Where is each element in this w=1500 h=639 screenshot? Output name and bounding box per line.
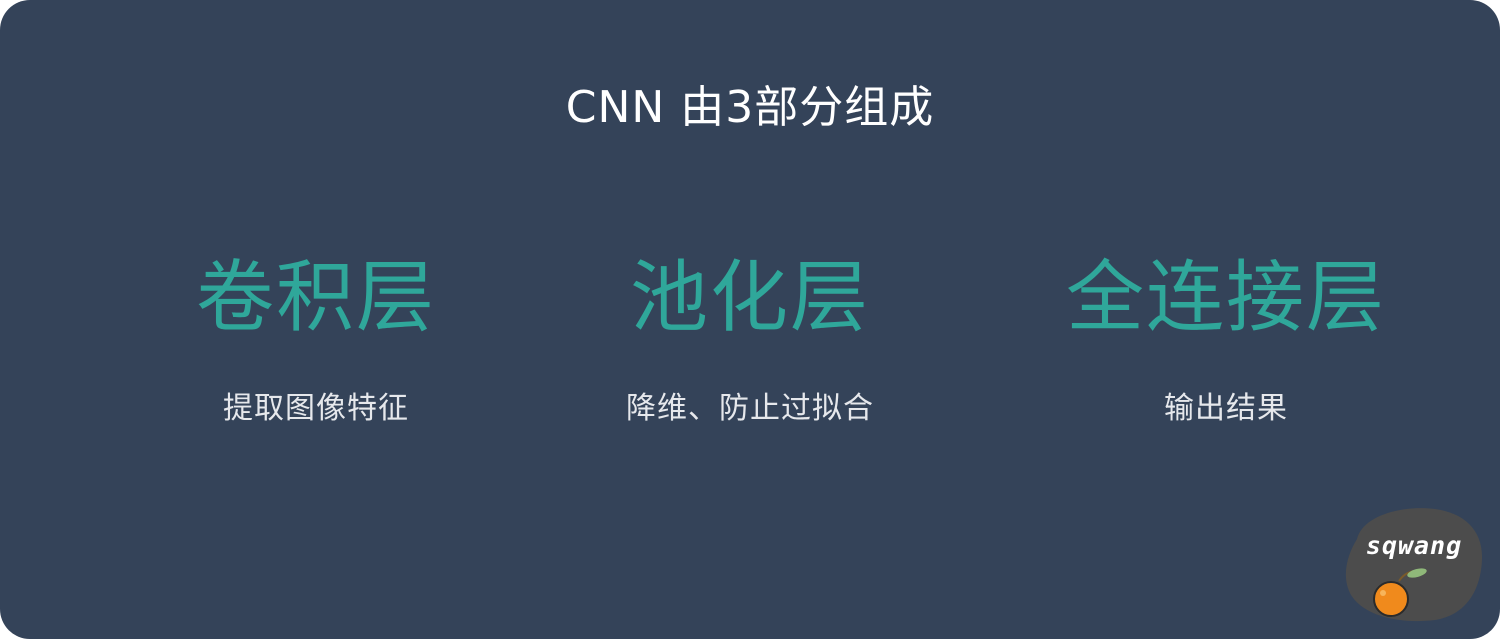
watermark-logo: sqwang [1343, 503, 1485, 623]
orange-icon [1373, 568, 1427, 617]
layer-description: 降维、防止过拟合 [626, 391, 874, 426]
layer-description: 提取图像特征 [223, 391, 409, 426]
layer-name: 池化层 [629, 253, 870, 343]
diagram-title: CNN 由3部分组成 [565, 82, 935, 133]
layer-name: 卷积层 [195, 253, 436, 343]
logo-text: sqwang [1365, 531, 1463, 560]
layer-name: 全连接层 [1065, 253, 1386, 343]
layer-description: 输出结果 [1164, 391, 1288, 426]
layer-convolution: 卷积层 提取图像特征 [66, 250, 566, 429]
cnn-overview-card: CNN 由3部分组成 卷积层 提取图像特征 池化层 降维、防止过拟合 全连接层 … [0, 0, 1500, 639]
layer-pooling: 池化层 降维、防止过拟合 [500, 250, 1000, 429]
layer-fully-connected: 全连接层 输出结果 [976, 250, 1476, 429]
